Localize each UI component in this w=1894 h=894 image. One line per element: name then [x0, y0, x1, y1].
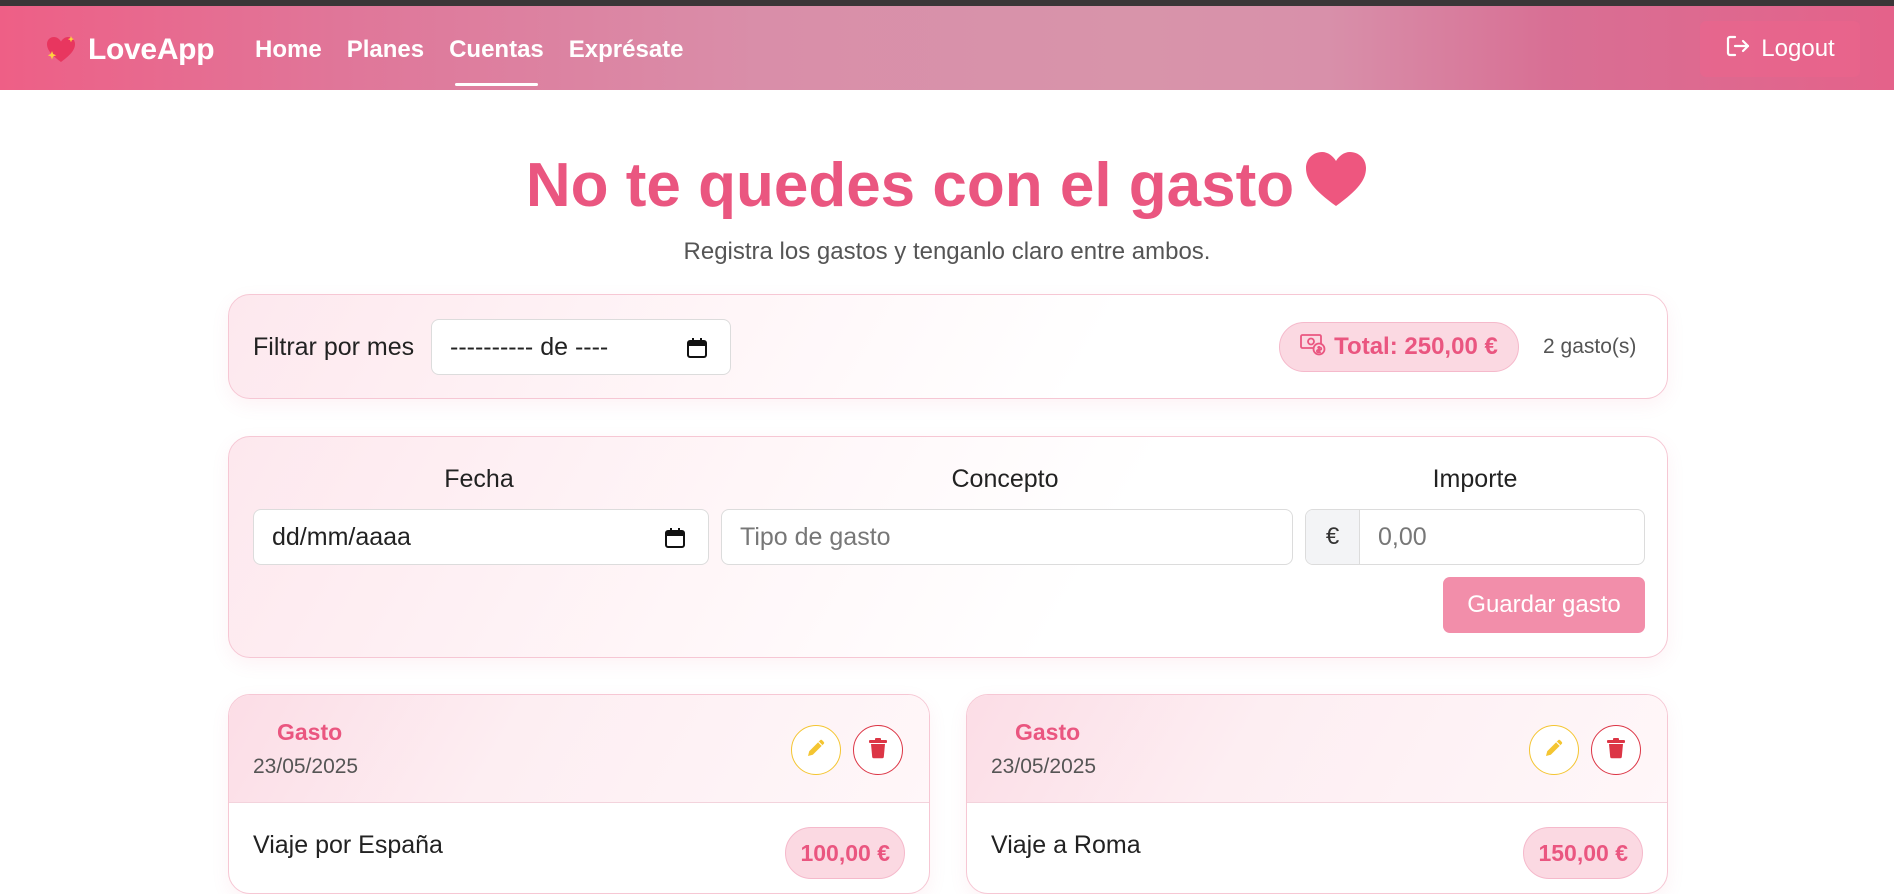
filter-label: Filtrar por mes [253, 333, 415, 361]
amount-label: Importe [1432, 465, 1518, 493]
expense-date: 23/05/2025 [253, 755, 359, 778]
nav-link-cuentas[interactable]: Cuentas [449, 36, 544, 86]
navbar: LoveApp Home Planes Cuentas Exprésate Lo… [0, 6, 1894, 90]
page-subtitle: Registra los gastos y tenganlo claro ent… [683, 238, 1211, 265]
expense-amount: 150,00 € [1523, 827, 1643, 879]
amount-input-group: € 0,00 [1305, 509, 1645, 565]
total-amount: Total: 250,00 € [1334, 333, 1498, 360]
nav-links: Home Planes Cuentas Exprésate [255, 36, 684, 86]
expense-card-header: Gasto 23/05/2025 [229, 695, 929, 803]
edit-expense-button[interactable] [1529, 725, 1579, 775]
page-title: No te quedes con el gasto [0, 150, 1894, 223]
amount-input[interactable]: 0,00 [1360, 510, 1644, 564]
delete-expense-button[interactable] [1591, 725, 1641, 775]
expense-count: 2 gasto(s) [1543, 335, 1637, 358]
pencil-icon [1543, 737, 1565, 764]
brand-name: LoveApp [88, 33, 215, 66]
amount-placeholder: 0,00 [1378, 522, 1427, 551]
month-filter-value: ---------- de ---- [450, 332, 609, 361]
expense-card-header: Gasto 23/05/2025 [967, 695, 1667, 803]
concept-label: Concepto [951, 465, 1059, 493]
brand[interactable]: LoveApp [44, 32, 215, 68]
concept-input[interactable]: Tipo de gasto [721, 509, 1293, 565]
edit-expense-button[interactable] [791, 725, 841, 775]
logout-label: Logout [1761, 35, 1835, 62]
trash-icon [868, 737, 888, 764]
calendar-icon[interactable] [686, 337, 708, 366]
expense-kind: Gasto [1015, 719, 1081, 745]
trash-icon [1606, 737, 1626, 764]
page-title-text: No te quedes con el gasto [525, 151, 1295, 220]
nav-link-planes[interactable]: Planes [347, 36, 424, 70]
expense-concept: Viaje a Roma [991, 831, 1141, 859]
expense-card: Gasto 23/05/2025 Viaje a Roma 150,00 € [966, 694, 1668, 894]
delete-expense-button[interactable] [853, 725, 903, 775]
total-badge: Total: 250,00 € [1279, 322, 1519, 372]
month-filter-input[interactable]: ---------- de ---- [431, 319, 731, 375]
heart-icon [1304, 150, 1368, 223]
expense-form-card: Fecha Concepto Importe dd/mm/aaaa Tipo d… [228, 436, 1668, 658]
save-expense-button[interactable]: Guardar gasto [1443, 577, 1645, 633]
logout-icon [1725, 33, 1751, 66]
currency-addon: € [1306, 510, 1360, 564]
calendar-icon[interactable] [664, 527, 686, 556]
money-icon [1300, 332, 1326, 363]
concept-placeholder: Tipo de gasto [740, 522, 891, 551]
pencil-icon [805, 737, 827, 764]
heart-sparkles-icon [44, 33, 78, 67]
date-placeholder: dd/mm/aaaa [272, 522, 411, 551]
expense-date: 23/05/2025 [991, 755, 1097, 778]
expense-kind: Gasto [277, 719, 343, 745]
expense-card: Gasto 23/05/2025 Viaje por España 100,00… [228, 694, 930, 894]
expense-concept: Viaje por España [253, 831, 443, 859]
filter-card: Filtrar por mes ---------- de ---- Total… [228, 294, 1668, 399]
date-label: Fecha [444, 465, 514, 493]
date-input[interactable]: dd/mm/aaaa [253, 509, 709, 565]
logout-button[interactable]: Logout [1700, 21, 1860, 77]
expense-amount: 100,00 € [785, 827, 905, 879]
nav-link-expresate[interactable]: Exprésate [569, 36, 684, 70]
nav-link-home[interactable]: Home [255, 36, 322, 70]
